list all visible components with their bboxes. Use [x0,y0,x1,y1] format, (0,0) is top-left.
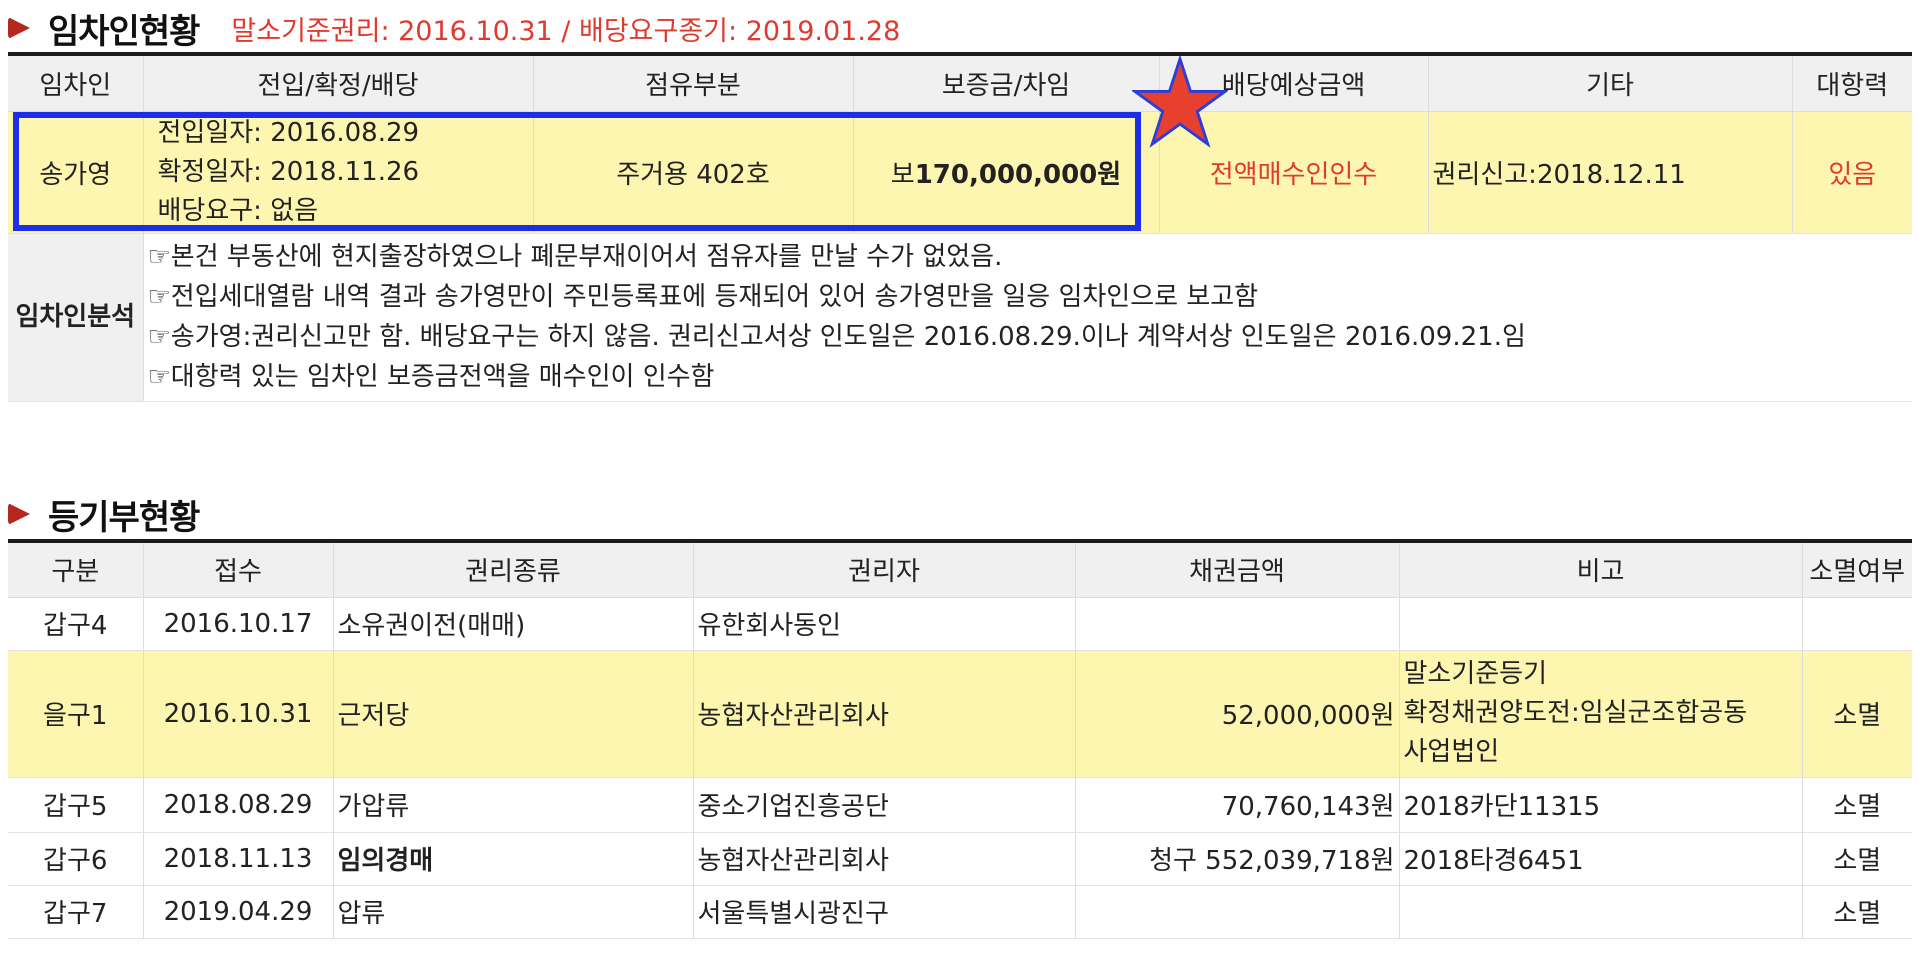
registry-holder: 농협자산관리회사 [693,832,1076,886]
registry-amount: 청구 552,039,718원 [1075,832,1400,886]
registry-holder: 중소기업진흥공단 [693,777,1076,833]
header-opposing-power: 대항력 [1792,56,1912,112]
registry-amount [1075,597,1400,651]
registry-section-header: 등기부현황 [8,494,200,538]
analysis-note: ☞대항력 있는 임차인 보증금전액을 매수인이 인수함 [147,362,715,392]
registry-note [1399,885,1803,939]
registry-note [1399,597,1803,651]
tenant-analysis-notes: ☞본건 부동산에 현지출장하였으나 폐문부재이어서 점유자를 만날 수가 없었음… [143,233,1912,402]
tenant-section-title: 임차인현황 [48,11,200,52]
registry-date: 2019.04.29 [143,885,334,939]
registry-type: 을구1 [8,650,144,778]
registry-note: 2018타경6451 [1399,832,1803,886]
registry-right: 소유권이전(매매) [333,597,694,651]
header-type: 구분 [8,543,144,598]
registry-right: 근저당 [333,650,694,778]
header-tenant: 임차인 [8,56,144,112]
tenant-section-subtitle: 말소기준권리: 2016.10.31 / 배당요구종기: 2019.01.28 [231,15,901,47]
registry-type: 갑구6 [8,832,144,886]
registry-note-line: 확정채권양도전:임실군조합공동 [1403,698,1748,728]
registry-date: 2016.10.17 [143,597,334,651]
registry-right: 임의경매 [333,832,694,886]
opposing-power: 있음 [1792,111,1912,234]
star-icon [1132,56,1228,148]
header-movein: 전입/확정/배당 [143,56,534,112]
registry-amount: 52,000,000원 [1075,650,1400,778]
registry-row: 갑구5 2018.08.29 가압류 중소기업진흥공단 70,760,143원 … [8,777,1912,833]
registry-date: 2018.11.13 [143,832,334,886]
analysis-note: ☞본건 부동산에 현지출장하였으나 폐문부재이어서 점유자를 만날 수가 없었음… [147,242,1003,272]
analysis-note: ☞송가영:권리신고만 함. 배당요구는 하지 않음. 권리신고서상 인도일은 2… [147,322,1526,352]
registry-holder: 농협자산관리회사 [693,650,1076,778]
tenant-analysis-label: 임차인분석 [8,233,144,402]
tenant-analysis-row: 임차인분석 ☞본건 부동산에 현지출장하였으나 폐문부재이어서 점유자를 만날 … [8,233,1912,402]
header-amount: 채권금액 [1075,543,1400,598]
header-holder: 권리자 [693,543,1076,598]
section-bullet-icon [8,17,30,39]
highlight-box [13,112,1141,231]
registry-note: 2018카단11315 [1399,777,1803,833]
registry-type: 갑구7 [8,885,144,939]
registry-extinct [1802,597,1912,651]
tenant-other: 권리신고:2018.12.11 [1428,111,1793,234]
section-bullet-icon [8,503,30,525]
registry-table: 구분 접수 권리종류 권리자 채권금액 비고 소멸여부 갑구4 2016.10.… [8,543,1912,939]
registry-row: 갑구7 2019.04.29 압류 서울특별시광진구 소멸 [8,885,1912,939]
registry-extinct: 소멸 [1802,650,1912,778]
registry-date: 2016.10.31 [143,650,334,778]
registry-extinct: 소멸 [1802,832,1912,886]
registry-holder: 유한회사동인 [693,597,1076,651]
registry-amount: 70,760,143원 [1075,777,1400,833]
registry-note-line: 사업법인 [1403,737,1500,767]
registry-row: 갑구6 2018.11.13 임의경매 농협자산관리회사 청구 552,039,… [8,832,1912,886]
registry-extinct: 소멸 [1802,885,1912,939]
tenant-header-row: 임차인 전입/확정/배당 점유부분 보증금/차임 배당예상금액 기타 대항력 [8,56,1912,112]
registry-date: 2018.08.29 [143,777,334,833]
header-occupancy: 점유부분 [533,56,854,112]
registry-header-row: 구분 접수 권리종류 권리자 채권금액 비고 소멸여부 [8,543,1912,598]
registry-note: 말소기준등기 확정채권양도전:임실군조합공동 사업법인 [1399,650,1803,778]
header-right: 권리종류 [333,543,694,598]
registry-type: 갑구5 [8,777,144,833]
header-other: 기타 [1428,56,1793,112]
tenant-section-header: 임차인현황 말소기준권리: 2016.10.31 / 배당요구종기: 2019.… [8,8,901,52]
header-extinct: 소멸여부 [1802,543,1912,598]
registry-right: 가압류 [333,777,694,833]
registry-right: 압류 [333,885,694,939]
header-note: 비고 [1399,543,1803,598]
registry-note-line: 말소기준등기 [1403,659,1548,689]
registry-holder: 서울특별시광진구 [693,885,1076,939]
analysis-note: ☞전입세대열람 내역 결과 송가영만이 주민등록표에 등재되어 있어 송가영만을… [147,282,1259,312]
registry-type: 갑구4 [8,597,144,651]
registry-amount [1075,885,1400,939]
header-deposit: 보증금/차임 [853,56,1160,112]
header-date: 접수 [143,543,334,598]
registry-section-title: 등기부현황 [48,497,200,538]
registry-row: 을구1 2016.10.31 근저당 농협자산관리회사 52,000,000원 … [8,650,1912,778]
registry-row: 갑구4 2016.10.17 소유권이전(매매) 유한회사동인 [8,597,1912,651]
registry-extinct: 소멸 [1802,777,1912,833]
